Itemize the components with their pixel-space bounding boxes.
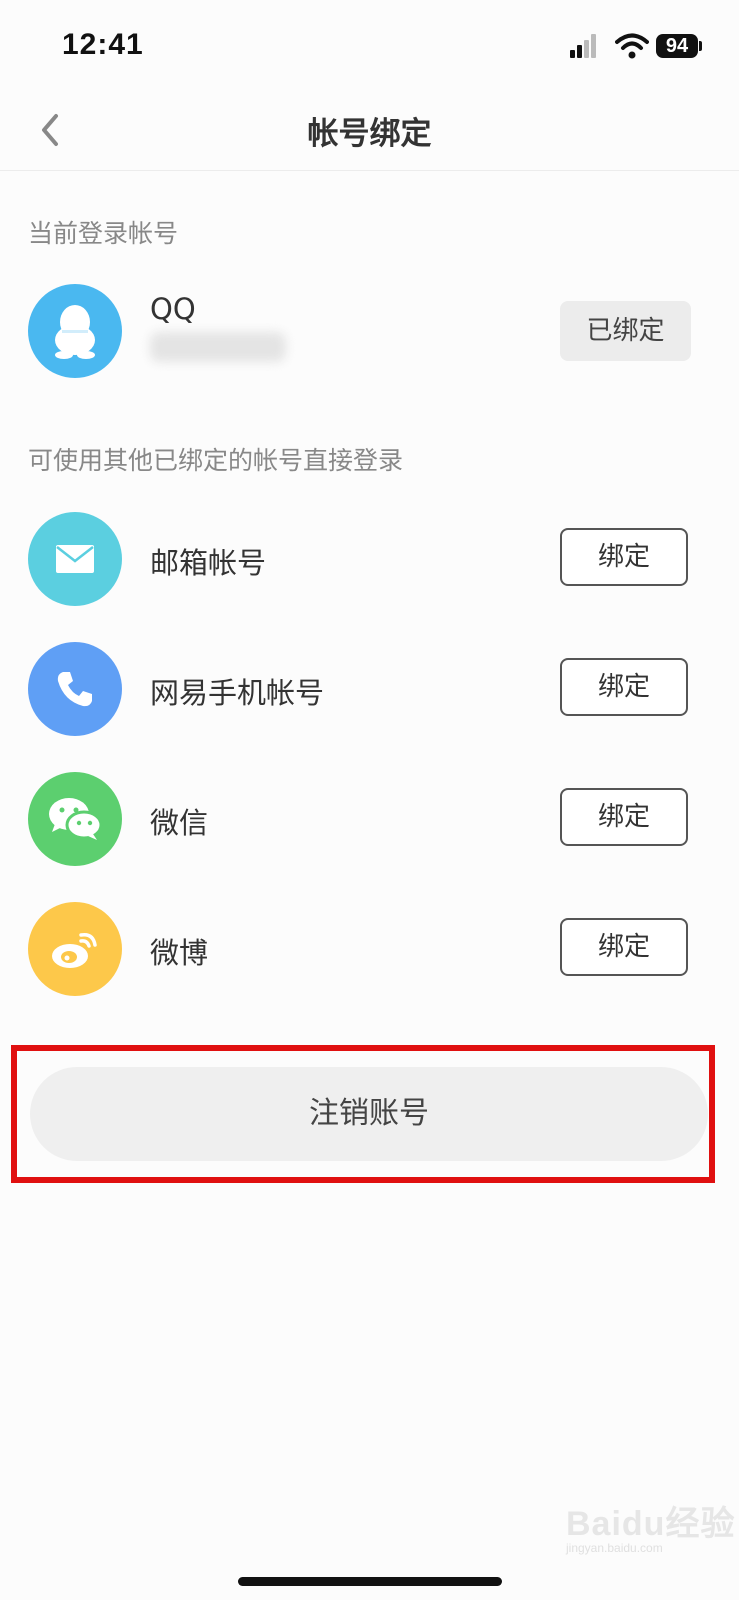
status-bar: 12:41 94 xyxy=(0,0,739,90)
home-indicator xyxy=(238,1577,502,1586)
account-label-weibo: 微博 xyxy=(150,936,209,970)
blurred-account-id xyxy=(150,332,286,362)
battery-tip xyxy=(699,41,702,51)
baidu-watermark-url: jingyan.baidu.com xyxy=(566,1541,663,1555)
status-time: 12:41 xyxy=(62,28,144,61)
weibo-icon xyxy=(28,902,122,996)
bind-email-button[interactable]: 绑定 xyxy=(560,528,688,586)
other-accounts-section-label: 可使用其他已绑定的帐号直接登录 xyxy=(28,446,404,475)
current-account-name: QQ xyxy=(150,292,196,326)
account-label-wechat: 微信 xyxy=(150,806,209,840)
account-row-email: 邮箱帐号 绑定 xyxy=(0,508,739,608)
account-row-weibo: 微博 绑定 xyxy=(0,898,739,998)
bind-phone-button[interactable]: 绑定 xyxy=(560,658,688,716)
baidu-watermark: Baidu经验 xyxy=(566,1505,736,1543)
account-row-phone: 网易手机帐号 绑定 xyxy=(0,638,739,738)
current-account-row: QQ 已绑定 xyxy=(0,280,739,380)
wechat-icon xyxy=(28,772,122,866)
red-highlight-box xyxy=(11,1045,715,1183)
cellular-signal-icon xyxy=(570,34,596,58)
qq-penguin-icon xyxy=(28,284,122,378)
page-title: 帐号绑定 xyxy=(307,116,432,152)
bind-wechat-button[interactable]: 绑定 xyxy=(560,788,688,846)
battery-icon: 94 xyxy=(656,34,698,58)
bound-status-button: 已绑定 xyxy=(560,301,691,361)
account-label-phone: 网易手机帐号 xyxy=(150,676,325,710)
bind-weibo-button[interactable]: 绑定 xyxy=(560,918,688,976)
phone-icon xyxy=(28,642,122,736)
wifi-icon xyxy=(615,33,649,59)
account-row-wechat: 微信 绑定 xyxy=(0,768,739,868)
current-account-section-label: 当前登录帐号 xyxy=(28,219,179,248)
nav-bar: 帐号绑定 xyxy=(0,90,739,171)
mail-icon xyxy=(28,512,122,606)
account-label-email: 邮箱帐号 xyxy=(150,546,267,580)
